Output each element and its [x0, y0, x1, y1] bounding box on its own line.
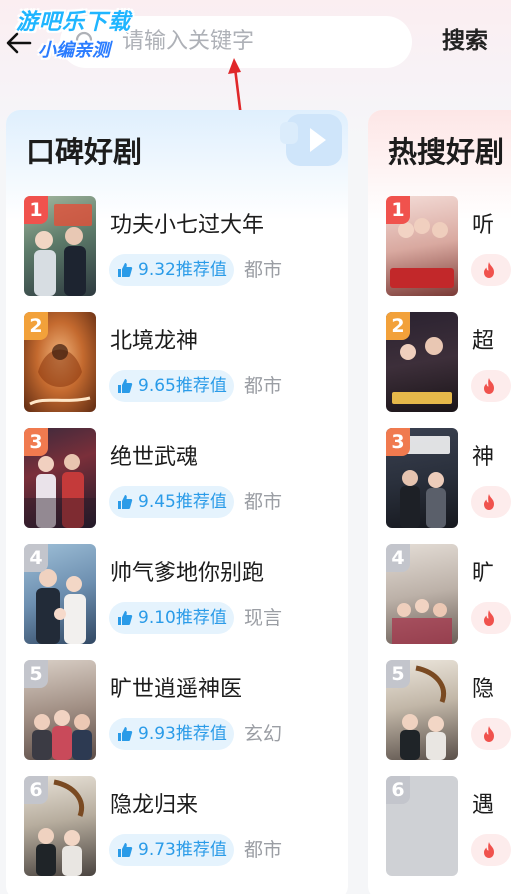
rank-badge: 1: [386, 196, 410, 224]
poster: 2: [24, 312, 96, 412]
drama-title: 神: [472, 445, 495, 470]
drama-title: 隐: [472, 677, 495, 702]
hot-badge: [471, 834, 511, 866]
hot-badge: [471, 602, 511, 634]
score-text: 9.45推荐值: [138, 492, 227, 512]
drama-title: 帅气爹地你别跑: [110, 561, 265, 586]
drama-title: 功夫小七过大年: [110, 213, 265, 238]
thumbs-up-icon: [118, 379, 133, 393]
poster: 1: [386, 196, 458, 296]
fire-icon: [484, 494, 494, 510]
list-item[interactable]: 2 北境龙神 9.65推荐值 都市: [6, 312, 348, 416]
thumbs-up-icon: [118, 727, 133, 741]
fire-icon: [484, 610, 494, 626]
poster: 5: [24, 660, 96, 760]
poster: 6: [24, 776, 96, 876]
hot-badge: [471, 718, 511, 750]
play-badge-icon: [280, 114, 342, 166]
list-item[interactable]: 6 遇: [368, 776, 511, 880]
thumbs-up-icon: [118, 611, 133, 625]
list-item[interactable]: 4 帅气爹地你别跑 9.10推荐值 现言: [6, 544, 348, 648]
thumbs-up-icon: [118, 263, 133, 277]
rank-badge: 5: [24, 660, 48, 688]
panel-title: 热搜好剧: [388, 135, 505, 169]
rank-badge: 1: [24, 196, 48, 224]
poster: 4: [24, 544, 96, 644]
poster: 5: [386, 660, 458, 760]
rank-badge: 4: [386, 544, 410, 572]
poster: 1: [24, 196, 96, 296]
resou-panel: 热搜好剧 1 听 2 超 3 神 4 旷 5 隐 6 遇: [368, 110, 511, 894]
score-text: 9.65推荐值: [138, 376, 227, 396]
list-item[interactable]: 2 超: [368, 312, 511, 416]
rank-badge: 3: [386, 428, 410, 456]
koubei-panel: 口碑好剧 1 功夫小七过大年 9.32推荐值 都市 2 北境龙神 9.65推荐值…: [6, 110, 348, 894]
rank-badge: 6: [24, 776, 48, 804]
genre-tag: 都市: [244, 839, 283, 861]
drama-title: 超: [472, 329, 495, 354]
rank-badge: 6: [386, 776, 410, 804]
genre-tag: 现言: [244, 607, 283, 629]
score-badge: 9.73推荐值: [109, 834, 234, 866]
fire-icon: [484, 262, 494, 278]
poster: 3: [386, 428, 458, 528]
panel-title: 口碑好剧: [26, 135, 143, 169]
list-item[interactable]: 5 隐: [368, 660, 511, 764]
thumbs-up-icon: [118, 843, 133, 857]
score-text: 9.73推荐值: [138, 840, 227, 860]
list-item[interactable]: 3 绝世武魂 9.45推荐值 都市: [6, 428, 348, 532]
score-badge: 9.93推荐值: [109, 718, 234, 750]
score-text: 9.32推荐值: [138, 260, 227, 280]
score-badge: 9.10推荐值: [109, 602, 234, 634]
score-text: 9.10推荐值: [138, 608, 227, 628]
drama-title: 北境龙神: [110, 329, 199, 354]
rank-badge: 2: [386, 312, 410, 340]
watermark-line1: 游吧乐下载: [16, 10, 132, 35]
watermark-logo: 游吧乐下载 小编亲测: [14, 6, 148, 72]
poster: 6: [386, 776, 458, 876]
watermark-line2: 小编亲测: [38, 40, 110, 61]
genre-tag: 都市: [244, 491, 283, 513]
rank-badge: 5: [386, 660, 410, 688]
poster: 3: [24, 428, 96, 528]
list-item[interactable]: 6 隐龙归来 9.73推荐值 都市: [6, 776, 348, 880]
score-badge: 9.45推荐值: [109, 486, 234, 518]
fire-icon: [484, 842, 494, 858]
drama-title: 听: [472, 213, 495, 238]
hot-badge: [471, 370, 511, 402]
genre-tag: 都市: [244, 259, 283, 281]
drama-title: 旷: [472, 561, 495, 586]
score-badge: 9.32推荐值: [109, 254, 234, 286]
list-item[interactable]: 1 听: [368, 196, 511, 300]
hot-badge: [471, 254, 511, 286]
genre-tag: 都市: [244, 375, 283, 397]
drama-title: 旷世逍遥神医: [110, 677, 243, 702]
drama-title: 绝世武魂: [110, 445, 199, 470]
drama-title: 隐龙归来: [110, 793, 199, 818]
fire-icon: [484, 378, 494, 394]
poster: 2: [386, 312, 458, 412]
hot-badge: [471, 486, 511, 518]
score-badge: 9.65推荐值: [109, 370, 234, 402]
list-item[interactable]: 5 旷世逍遥神医 9.93推荐值 玄幻: [6, 660, 348, 764]
rank-badge: 4: [24, 544, 48, 572]
poster: 4: [386, 544, 458, 644]
list-item[interactable]: 1 功夫小七过大年 9.32推荐值 都市: [6, 196, 348, 300]
drama-title: 遇: [472, 793, 495, 818]
rank-badge: 2: [24, 312, 48, 340]
thumbs-up-icon: [118, 495, 133, 509]
search-button[interactable]: 搜索: [442, 26, 488, 56]
rank-badge: 3: [24, 428, 48, 456]
fire-icon: [484, 726, 494, 742]
list-item[interactable]: 4 旷: [368, 544, 511, 648]
genre-tag: 玄幻: [244, 723, 283, 745]
list-item[interactable]: 3 神: [368, 428, 511, 532]
score-text: 9.93推荐值: [138, 724, 227, 744]
